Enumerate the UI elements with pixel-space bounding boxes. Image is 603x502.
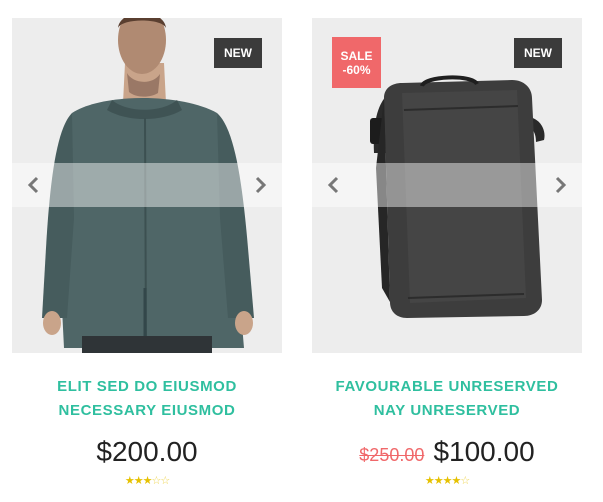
product-title-line: ELIT SED DO EIUSMOD <box>57 378 237 395</box>
star-icon: ☆ <box>460 474 470 487</box>
product-title-line: NECESSARY EIUSMOD <box>58 402 236 419</box>
chevron-right-icon <box>555 176 567 194</box>
product-price: $200.00 <box>96 436 198 467</box>
product-card: SALE -60% NEW FAVOURABLE UNRESERVED NAY … <box>312 18 582 488</box>
product-image[interactable]: SALE -60% NEW <box>312 18 582 353</box>
star-icon: ★ <box>133 474 144 487</box>
star-icon: ★ <box>451 474 461 487</box>
next-image-button[interactable] <box>540 163 580 207</box>
product-title[interactable]: FAVOURABLE UNRESERVED NAY UNRESERVED <box>312 375 582 423</box>
new-badge: NEW <box>514 38 562 68</box>
price-row: $200.00 <box>12 436 282 468</box>
sale-badge: SALE -60% <box>332 37 381 88</box>
chevron-right-icon <box>255 176 267 194</box>
star-icon: ☆ <box>160 474 170 487</box>
rating-stars: ★★★☆☆ <box>12 474 282 488</box>
previous-image-button[interactable] <box>14 163 54 207</box>
star-icon: ★ <box>124 474 135 487</box>
star-icon: ★ <box>424 474 435 487</box>
old-price: $250.00 <box>359 445 425 465</box>
rating-stars: ★★★★☆ <box>312 474 582 488</box>
new-badge: NEW <box>214 38 262 68</box>
product-title[interactable]: ELIT SED DO EIUSMOD NECESSARY EIUSMOD <box>12 375 282 423</box>
chevron-left-icon <box>27 176 39 194</box>
star-icon: ☆ <box>151 474 161 487</box>
star-icon: ★ <box>433 474 444 487</box>
previous-image-button[interactable] <box>314 163 354 207</box>
product-title-line: NAY UNRESERVED <box>373 402 521 419</box>
discount-label: -60% <box>342 62 371 77</box>
product-image[interactable]: NEW <box>12 18 282 353</box>
product-price: $100.00 <box>433 436 535 467</box>
next-image-button[interactable] <box>240 163 280 207</box>
chevron-left-icon <box>327 176 339 194</box>
sale-badge-label: SALE <box>340 48 373 63</box>
product-title-line: FAVOURABLE UNRESERVED <box>335 378 559 395</box>
price-row: $250.00 $100.00 <box>312 436 582 468</box>
product-card: NEW ELIT SED DO EIUSMOD NECESSARY EIUSMO… <box>12 18 282 488</box>
